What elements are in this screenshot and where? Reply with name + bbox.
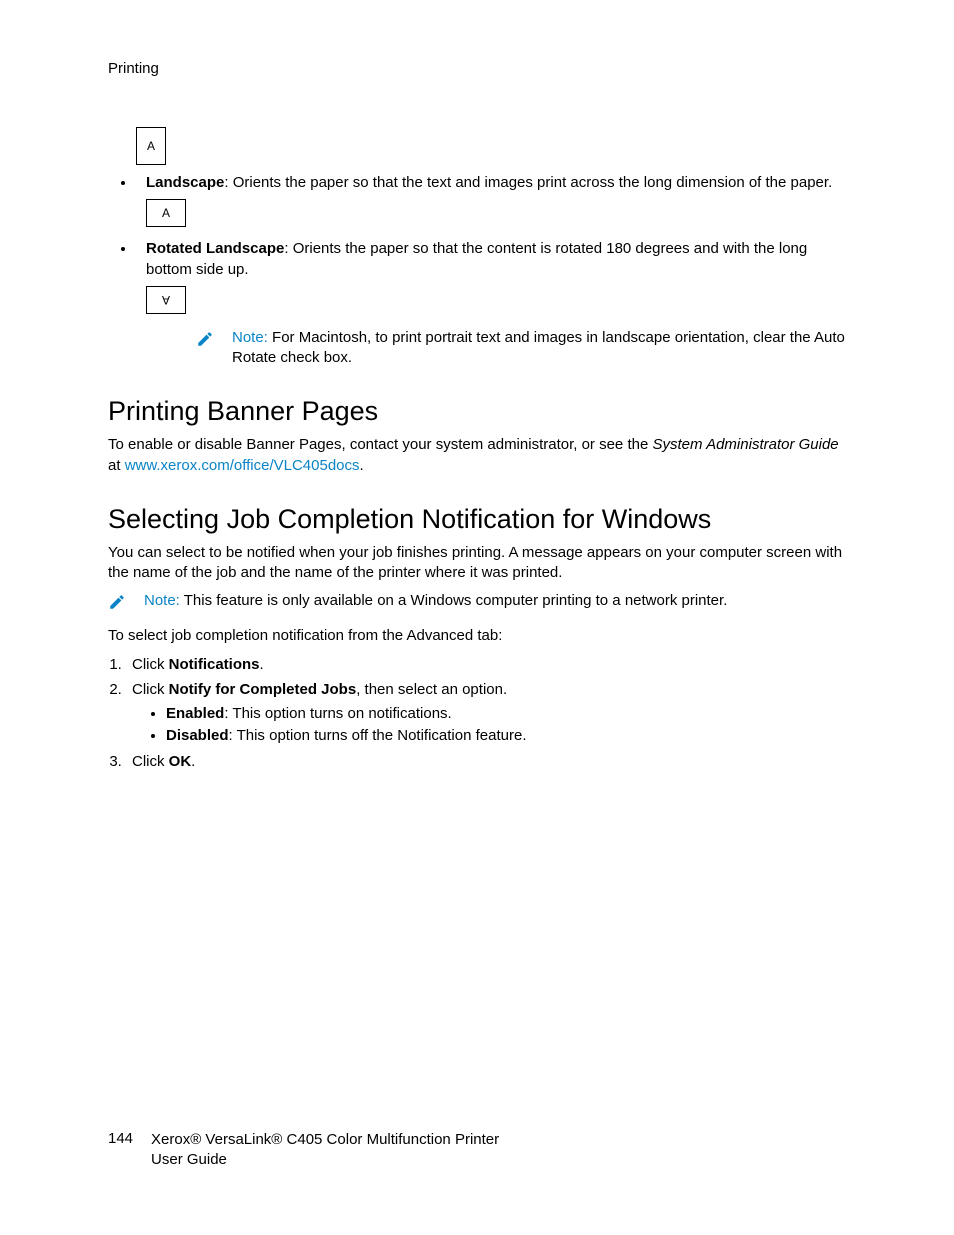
- note-text: Note: For Macintosh, to print portrait t…: [232, 328, 846, 369]
- note-text: Note: This feature is only available on …: [144, 591, 727, 611]
- text-bold: Disabled: [166, 727, 229, 744]
- text-bold: Notify for Completed Jobs: [169, 681, 357, 698]
- rotated-landscape-label: Rotated Landscape: [146, 240, 284, 257]
- text-fragment: .: [260, 656, 264, 673]
- orientation-letter: A: [147, 139, 155, 153]
- bullet-landscape: Landscape: Orients the paper so that the…: [136, 173, 846, 235]
- text-fragment: Click: [132, 753, 169, 770]
- text-fragment: at: [108, 457, 125, 474]
- footer-line2: User Guide: [151, 1151, 227, 1168]
- link-vlc405docs[interactable]: www.xerox.com/office/VLC405docs: [125, 457, 360, 474]
- note-label: Note:: [144, 592, 180, 609]
- note-body: For Macintosh, to print portrait text an…: [232, 329, 845, 366]
- text-bold: Enabled: [166, 705, 224, 722]
- page-footer: 144 Xerox® VersaLink® C405 Color Multifu…: [108, 1130, 499, 1169]
- page-header: Printing: [108, 60, 846, 77]
- text-fragment: Click: [132, 681, 169, 698]
- step-3: Click OK.: [126, 752, 846, 772]
- orientation-letter: A: [162, 292, 170, 308]
- bullet-rotated-landscape: Rotated Landscape: Orients the paper so …: [136, 239, 846, 368]
- text-fragment: .: [360, 457, 364, 474]
- text-fragment: : This option turns off the Notification…: [229, 727, 527, 744]
- jobnotif-intro: To select job completion notification fr…: [108, 626, 846, 646]
- orientation-landscape-icon: A: [146, 199, 186, 227]
- step-1: Click Notifications.: [126, 655, 846, 675]
- orientation-letter: A: [162, 205, 170, 221]
- option-disabled: Disabled: This option turns off the Noti…: [166, 726, 846, 746]
- landscape-label: Landscape: [146, 174, 224, 191]
- text-fragment: .: [191, 753, 195, 770]
- option-enabled: Enabled: This option turns on notificati…: [166, 704, 846, 724]
- pencil-note-icon: [196, 330, 214, 354]
- footer-line1: Xerox® VersaLink® C405 Color Multifuncti…: [151, 1131, 499, 1148]
- landscape-desc: : Orients the paper so that the text and…: [224, 174, 832, 191]
- orientation-rotated-landscape-icon: A: [146, 286, 186, 314]
- text-italic: System Administrator Guide: [652, 436, 838, 453]
- jobnotif-paragraph: You can select to be notified when your …: [108, 543, 846, 584]
- step-2: Click Notify for Completed Jobs, then se…: [126, 680, 846, 747]
- page-number: 144: [108, 1130, 133, 1147]
- heading-job-notification: Selecting Job Completion Notification fo…: [108, 504, 846, 535]
- heading-banner-pages: Printing Banner Pages: [108, 396, 846, 427]
- text-fragment: To enable or disable Banner Pages, conta…: [108, 436, 652, 453]
- pencil-note-icon: [108, 593, 126, 616]
- banner-paragraph: To enable or disable Banner Pages, conta…: [108, 435, 846, 476]
- text-fragment: : This option turns on notifications.: [224, 705, 451, 722]
- text-bold: OK: [169, 753, 192, 770]
- note-label: Note:: [232, 329, 268, 346]
- text-bold: Notifications: [169, 656, 260, 673]
- orientation-portrait-icon: A: [136, 127, 166, 165]
- note-body: This feature is only available on a Wind…: [180, 592, 728, 609]
- text-fragment: , then select an option.: [356, 681, 507, 698]
- text-fragment: Click: [132, 656, 169, 673]
